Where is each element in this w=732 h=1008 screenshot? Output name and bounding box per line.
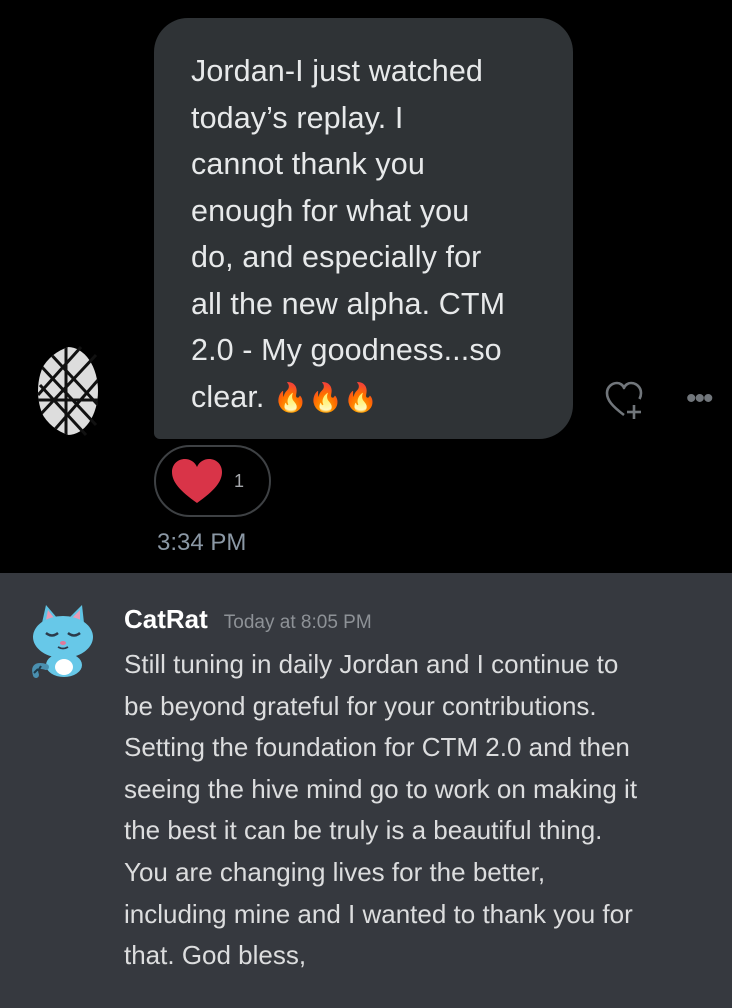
- message-time: Today at 8:05 PM: [223, 612, 372, 633]
- message-header: CatRat Today at 8:05 PM: [124, 604, 372, 635]
- user-avatar[interactable]: [28, 603, 98, 681]
- discord-message: CatRat Today at 8:05 PM Still tuning in …: [0, 573, 732, 1008]
- reaction-pill[interactable]: 1: [154, 445, 271, 517]
- add-reaction-button[interactable]: [604, 381, 646, 421]
- heart-plus-icon: [605, 381, 643, 419]
- more-options-button[interactable]: •••: [686, 382, 730, 415]
- sender-avatar[interactable]: [36, 345, 128, 437]
- cat-avatar-icon: [32, 605, 93, 678]
- heart-icon: [172, 459, 222, 503]
- username[interactable]: CatRat: [124, 604, 208, 635]
- message-timestamp: 3:34 PM: [157, 529, 247, 556]
- message-content: Still tuning in daily Jordan and I conti…: [124, 649, 638, 971]
- message-bubble[interactable]: Jordan-I just watched today’s replay. I …: [154, 18, 573, 439]
- more-icon: •••: [686, 382, 713, 415]
- message-text: Jordan-I just watched today’s replay. I …: [191, 54, 506, 414]
- reaction-count: 1: [234, 470, 245, 491]
- avatar-image: [36, 345, 128, 437]
- dm-conversation: Jordan-I just watched today’s replay. I …: [0, 0, 732, 573]
- fire-emoji: 🔥🔥🔥: [273, 381, 378, 413]
